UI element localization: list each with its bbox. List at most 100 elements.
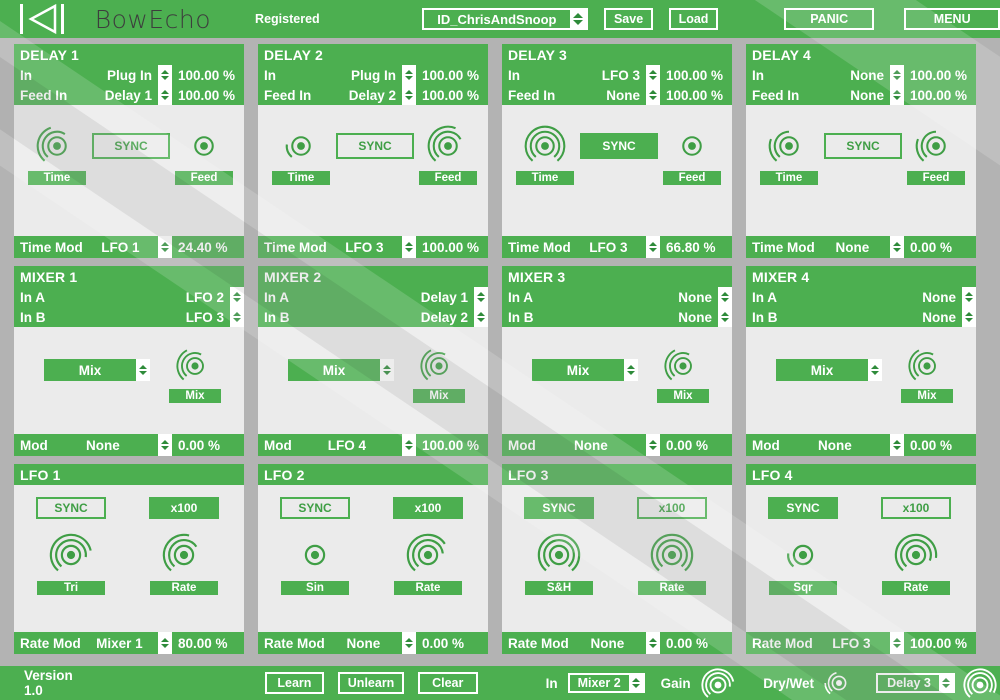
delay3-in-amount[interactable]: 100.00 %: [660, 65, 732, 85]
delay1-time-knob[interactable]: Time: [34, 123, 80, 174]
panic-button[interactable]: PANIC: [784, 8, 874, 30]
delay3-mod-value[interactable]: LFO 3: [571, 236, 646, 258]
skip-back-icon[interactable]: [20, 4, 60, 34]
updown-spinner-icon[interactable]: [474, 307, 488, 327]
delay4-feed-knob[interactable]: Feed: [913, 123, 959, 174]
lfo2-multiplier-button[interactable]: x100: [393, 497, 463, 519]
mixer4-mod-value[interactable]: None: [780, 434, 890, 456]
lfo2-sync-button[interactable]: SYNC: [280, 497, 350, 519]
mixer2-mod-amount[interactable]: 100.00 %: [416, 434, 488, 456]
load-button[interactable]: Load: [669, 8, 718, 30]
lfo3-mod-value[interactable]: None: [569, 632, 646, 654]
delay4-feedin-value[interactable]: None: [799, 85, 890, 105]
mixer1-mod-value[interactable]: None: [48, 434, 158, 456]
mixer1-mode-select[interactable]: Mix: [44, 359, 150, 381]
delay4-feedin-amount[interactable]: 100.00 %: [904, 85, 976, 105]
updown-spinner-icon[interactable]: [158, 236, 172, 258]
lfo1-shape-knob[interactable]: Tri: [47, 531, 95, 584]
lfo3-shape-knob[interactable]: S&H: [535, 531, 583, 584]
delay2-feedin-value[interactable]: Delay 2: [311, 85, 402, 105]
updown-spinner-icon[interactable]: [230, 287, 244, 307]
lfo4-rate-knob[interactable]: Rate: [892, 531, 940, 584]
updown-spinner-icon[interactable]: [136, 359, 150, 381]
mixer2-mix-knob[interactable]: Mix: [418, 345, 460, 392]
updown-spinner-icon[interactable]: [230, 307, 244, 327]
updown-spinner-icon[interactable]: [402, 434, 416, 456]
updown-spinner-icon[interactable]: [402, 236, 416, 258]
updown-spinner-icon[interactable]: [646, 632, 660, 654]
lfo4-shape-knob[interactable]: Sqr: [779, 531, 827, 584]
mixer4-mod-amount[interactable]: 0.00 %: [904, 434, 976, 456]
lfo2-rate-knob[interactable]: Rate: [404, 531, 452, 584]
mixer3-inb-value[interactable]: None: [534, 307, 719, 327]
delay4-in-amount[interactable]: 100.00 %: [904, 65, 976, 85]
delay2-in-value[interactable]: Plug In: [276, 65, 402, 85]
mixer3-ina-value[interactable]: None: [533, 287, 718, 307]
delay1-in-amount[interactable]: 100.00 %: [172, 65, 244, 85]
mixer3-mod-amount[interactable]: 0.00 %: [660, 434, 732, 456]
updown-spinner-icon[interactable]: [402, 65, 416, 85]
updown-spinner-icon[interactable]: [158, 65, 172, 85]
lfo3-rate-knob[interactable]: Rate: [648, 531, 696, 584]
delay1-feedin-amount[interactable]: 100.00 %: [172, 85, 244, 105]
delay1-mod-amount[interactable]: 24.40 %: [172, 236, 244, 258]
mixer4-mode-select[interactable]: Mix: [776, 359, 882, 381]
delay3-in-value[interactable]: LFO 3: [520, 65, 646, 85]
mixer1-mix-knob[interactable]: Mix: [174, 345, 216, 392]
delay2-in-amount[interactable]: 100.00 %: [416, 65, 488, 85]
updown-spinner-icon[interactable]: [474, 287, 488, 307]
delay4-time-knob[interactable]: Time: [766, 123, 812, 174]
delay2-time-knob[interactable]: Time: [278, 123, 324, 174]
delay2-sync-button[interactable]: SYNC: [336, 133, 414, 159]
mixer2-mode-select[interactable]: Mix: [288, 359, 394, 381]
delay1-sync-button[interactable]: SYNC: [92, 133, 170, 159]
drywet-knob[interactable]: [824, 668, 861, 698]
lfo2-shape-knob[interactable]: Sin: [291, 531, 339, 584]
updown-spinner-icon[interactable]: [380, 359, 394, 381]
updown-spinner-icon[interactable]: [402, 632, 416, 654]
gain-knob[interactable]: [701, 668, 738, 698]
mixer2-inb-value[interactable]: Delay 2: [290, 307, 475, 327]
save-button[interactable]: Save: [604, 8, 653, 30]
mixer3-mix-knob[interactable]: Mix: [662, 345, 704, 392]
lfo2-mod-amount[interactable]: 0.00 %: [416, 632, 488, 654]
delay2-feedin-amount[interactable]: 100.00 %: [416, 85, 488, 105]
updown-spinner-icon[interactable]: [890, 65, 904, 85]
lfo4-multiplier-button[interactable]: x100: [881, 497, 951, 519]
mixer2-ina-value[interactable]: Delay 1: [289, 287, 474, 307]
menu-button[interactable]: MENU: [904, 8, 1000, 30]
mixer1-inb-value[interactable]: LFO 3: [46, 307, 231, 327]
lfo4-mod-value[interactable]: LFO 3: [813, 632, 890, 654]
updown-spinner-icon[interactable]: [646, 65, 660, 85]
delay3-feedin-amount[interactable]: 100.00 %: [660, 85, 732, 105]
delay3-feed-knob[interactable]: Feed: [669, 123, 715, 174]
updown-spinner-icon[interactable]: [939, 675, 953, 691]
updown-spinner-icon[interactable]: [158, 85, 172, 105]
unlearn-button[interactable]: Unlearn: [338, 672, 404, 694]
updown-spinner-icon[interactable]: [158, 632, 172, 654]
delay1-feedin-value[interactable]: Delay 1: [67, 85, 158, 105]
mixer4-ina-value[interactable]: None: [777, 287, 962, 307]
updown-spinner-icon[interactable]: [629, 675, 643, 691]
updown-spinner-icon[interactable]: [890, 434, 904, 456]
updown-spinner-icon[interactable]: [868, 359, 882, 381]
delay1-feed-knob[interactable]: Feed: [181, 123, 227, 174]
delay4-sync-button[interactable]: SYNC: [824, 133, 902, 159]
lfo1-sync-button[interactable]: SYNC: [36, 497, 106, 519]
delay1-mod-value[interactable]: LFO 1: [83, 236, 158, 258]
lfo1-rate-knob[interactable]: Rate: [160, 531, 208, 584]
updown-spinner-icon[interactable]: [962, 287, 976, 307]
updown-spinner-icon[interactable]: [402, 85, 416, 105]
mixer1-ina-value[interactable]: LFO 2: [45, 287, 230, 307]
mixer3-mod-value[interactable]: None: [536, 434, 646, 456]
updown-spinner-icon[interactable]: [962, 307, 976, 327]
delay2-mod-value[interactable]: LFO 3: [327, 236, 402, 258]
lfo4-mod-amount[interactable]: 100.00 %: [904, 632, 976, 654]
updown-spinner-icon[interactable]: [624, 359, 638, 381]
mixer4-mix-knob[interactable]: Mix: [906, 345, 948, 392]
lfo1-mod-value[interactable]: Mixer 1: [81, 632, 158, 654]
lfo3-sync-button[interactable]: SYNC: [524, 497, 594, 519]
mixer3-mode-select[interactable]: Mix: [532, 359, 638, 381]
lfo2-mod-value[interactable]: None: [325, 632, 402, 654]
updown-spinner-icon[interactable]: [890, 632, 904, 654]
